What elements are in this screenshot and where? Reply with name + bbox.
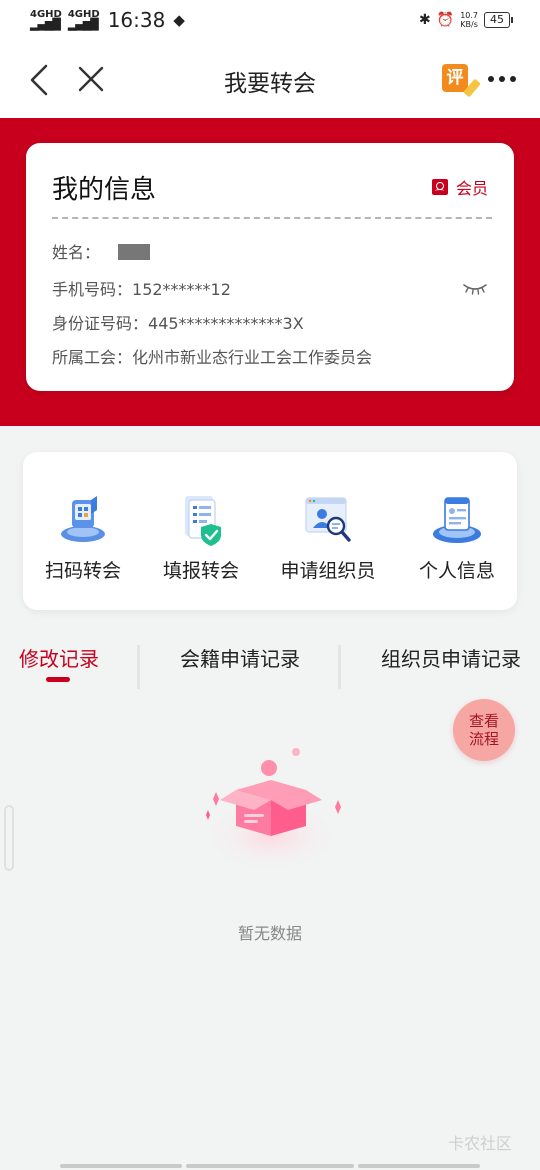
my-info-card: 我的信息 会员 姓名： 手机号码：152******12 身份证号码：445**… <box>26 143 514 391</box>
function-label: 个人信息 <box>418 560 495 582</box>
personal-info-icon <box>433 497 481 543</box>
tab-divider <box>338 645 341 689</box>
functions-card: 扫码转会 填报转会 申请组织员 个人信息 <box>23 452 517 610</box>
scan-transfer-button[interactable]: 扫码转会 <box>21 492 145 583</box>
clock: 16:38 <box>107 8 166 32</box>
side-drawer-handle[interactable] <box>4 805 14 871</box>
evaluate-button[interactable]: 评 <box>442 64 481 98</box>
battery-icon: 45 <box>484 12 513 28</box>
alarm-icon: ⏰ <box>436 12 455 28</box>
name-label: 姓名： <box>52 243 101 262</box>
nav-bar: 我要转会 评 <box>0 40 540 118</box>
dashed-divider <box>52 217 492 219</box>
name-row: 姓名： <box>52 239 151 263</box>
id-row: 身份证号码：445*************3X <box>52 310 304 334</box>
view-process-button[interactable]: 查看 流程 <box>453 699 515 761</box>
signal-2-icon: 4GHD ▂▄▆█ <box>67 9 100 31</box>
union-label: 所属工会： <box>52 348 133 367</box>
speed-value: 10.7 <box>460 11 478 20</box>
evaluate-icon: 评 <box>442 64 468 92</box>
phone-row: 手机号码：152******12 <box>52 276 231 300</box>
gesture-bar <box>186 1164 354 1168</box>
id-value: 445*************3X <box>148 314 304 333</box>
id-label: 身份证号码： <box>52 314 149 333</box>
tab-divider <box>137 645 140 689</box>
gesture-bar <box>60 1164 182 1168</box>
more-options-icon[interactable] <box>488 76 516 82</box>
watermark: 卡农社区 <box>448 1134 513 1153</box>
function-label: 填报转会 <box>162 560 239 582</box>
form-transfer-button[interactable]: 填报转会 <box>139 492 263 583</box>
personal-info-button[interactable]: 个人信息 <box>395 492 519 583</box>
tab-organizer-records[interactable]: 组织员申请记录 <box>381 643 521 672</box>
eye-closed-icon[interactable] <box>462 281 488 295</box>
signal-1-icon: 4GHD ▂▄▆█ <box>30 9 62 31</box>
function-label: 扫码转会 <box>44 560 121 582</box>
member-badge[interactable]: 会员 <box>431 175 488 199</box>
name-masked-value <box>118 244 151 260</box>
tab-active-indicator <box>46 677 70 682</box>
tab-membership-records[interactable]: 会籍申请记录 <box>180 643 300 672</box>
union-value: 化州市新业态行业工会工作委员会 <box>132 348 373 367</box>
form-transfer-icon <box>185 496 221 546</box>
scan-transfer-icon <box>61 496 105 542</box>
flow-button-line2: 流程 <box>468 730 499 748</box>
phone-value: 152******12 <box>132 280 231 299</box>
empty-state-text: 暂无数据 <box>237 924 302 943</box>
apply-organizer-button[interactable]: 申请组织员 <box>266 492 390 583</box>
layers-icon: ◆ <box>173 11 185 29</box>
tab-modify-records[interactable]: 修改记录 <box>19 643 99 672</box>
phone-label: 手机号码： <box>52 280 133 299</box>
info-card-title: 我的信息 <box>52 175 157 205</box>
empty-box-icon <box>203 748 341 872</box>
status-bar: 4GHD ▂▄▆█ 4GHD ▂▄▆█ 16:38 ◆ ✱ ⏰ 10.7 KB/… <box>0 0 540 40</box>
member-icon <box>431 179 448 195</box>
function-label: 申请组织员 <box>280 560 376 582</box>
apply-organizer-icon <box>305 497 351 542</box>
bluetooth-icon: ✱ <box>419 12 431 28</box>
gesture-bar <box>358 1164 480 1168</box>
flow-button-line1: 查看 <box>468 712 499 730</box>
member-label: 会员 <box>455 179 488 198</box>
network-speed: 10.7 KB/s <box>460 11 478 29</box>
battery-level: 45 <box>490 13 504 26</box>
speed-unit: KB/s <box>460 20 478 29</box>
union-row: 所属工会：化州市新业态行业工会工作委员会 <box>52 344 372 368</box>
